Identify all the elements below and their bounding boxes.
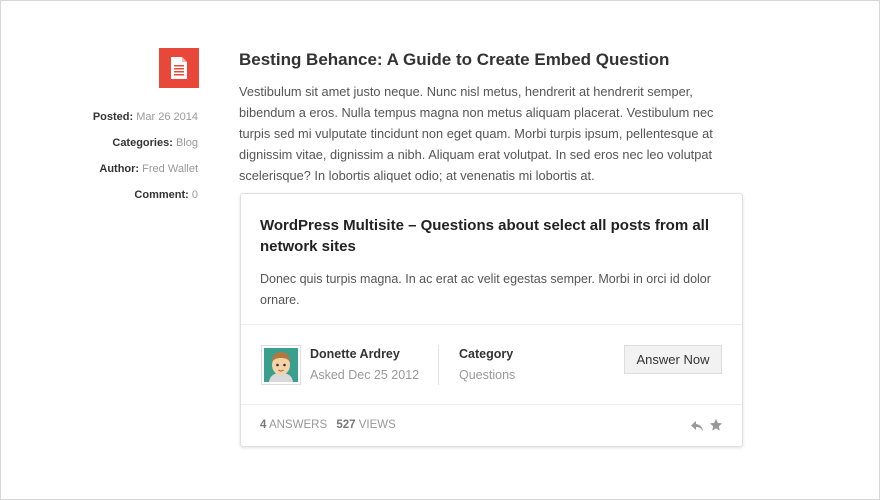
question-author-name[interactable]: Donette Ardrey <box>310 347 400 361</box>
reply-icon[interactable] <box>690 419 704 433</box>
question-stats: 4 ANSWERS 527 VIEWS <box>260 419 396 431</box>
question-asked-date: Asked Dec 25 2012 <box>310 368 420 382</box>
document-icon <box>171 57 187 79</box>
views-count: 527 <box>336 419 356 431</box>
star-icon[interactable] <box>709 418 723 432</box>
answer-now-button[interactable]: Answer Now <box>624 345 722 374</box>
card-divider <box>241 324 742 325</box>
answers-label: ANSWERS <box>268 419 328 431</box>
question-category-value[interactable]: Questions <box>459 368 515 382</box>
meta-posted: Posted: Mar 26 2014 <box>20 110 198 136</box>
question-title[interactable]: WordPress Multisite – Questions about se… <box>260 215 730 257</box>
post-title[interactable]: Besting Behance: A Guide to Create Embed… <box>239 50 669 70</box>
vertical-separator <box>438 345 439 385</box>
answers-count: 4 <box>260 419 267 431</box>
avatar-face-icon <box>264 348 298 382</box>
meta-comment: Comment: 0 <box>20 188 198 214</box>
question-category-label: Category <box>459 347 514 361</box>
question-body: Donec quis turpis magna. In ac erat ac v… <box>260 272 711 307</box>
views-label: VIEWS <box>358 419 396 431</box>
meta-categories: Categories: Blog <box>20 136 198 162</box>
post-meta: Posted: Mar 26 2014 Categories: Blog Aut… <box>20 110 198 214</box>
meta-categories-label: Categories: <box>112 137 173 149</box>
meta-posted-value: Mar 26 2014 <box>136 111 198 123</box>
card-divider-footer <box>241 404 742 405</box>
embedded-question-card: WordPress Multisite – Questions about se… <box>240 193 743 447</box>
post-format-icon <box>159 48 199 88</box>
meta-comment-value[interactable]: 0 <box>192 189 198 201</box>
meta-posted-label: Posted: <box>92 111 134 123</box>
meta-author-value[interactable]: Fred Wallet <box>142 163 198 175</box>
post-body: Vestibulum sit amet justo neque. Nunc ni… <box>239 84 714 183</box>
meta-categories-value[interactable]: Blog <box>176 137 198 149</box>
avatar[interactable] <box>261 345 301 385</box>
meta-author-label: Author: <box>99 163 140 175</box>
meta-comment-label: Comment: <box>134 189 189 201</box>
meta-author: Author: Fred Wallet <box>20 162 198 188</box>
